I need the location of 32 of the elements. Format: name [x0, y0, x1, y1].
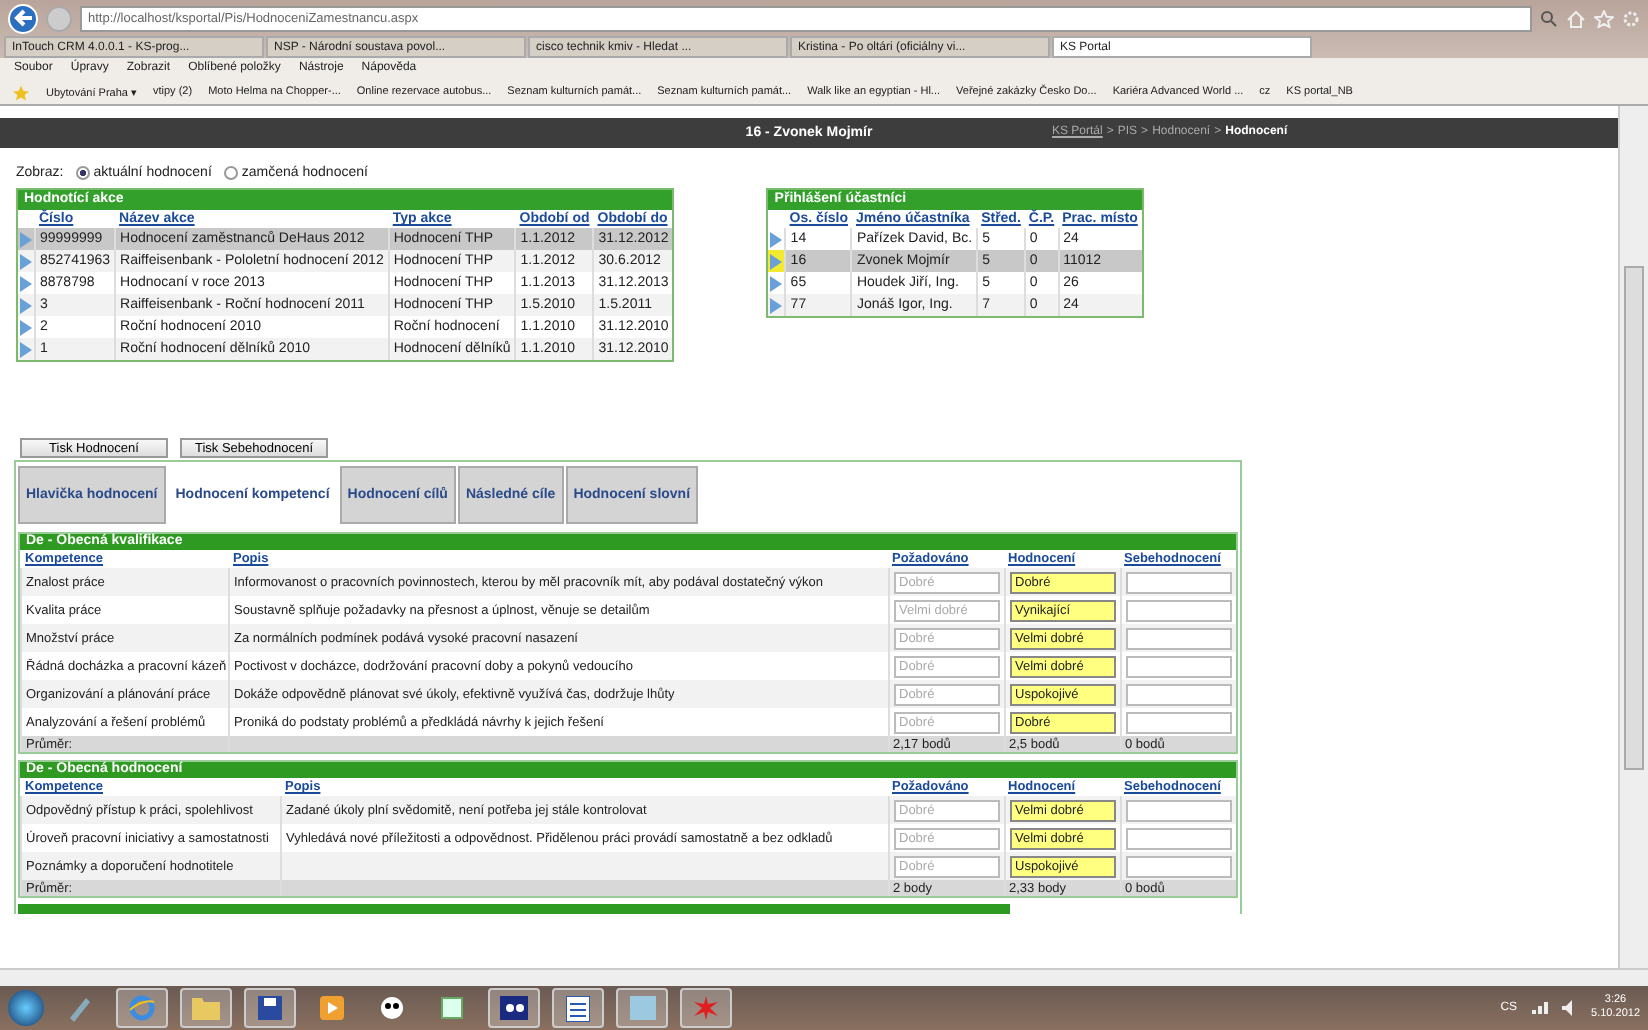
- splat-icon[interactable]: [680, 988, 732, 1028]
- scrollbar-thumb[interactable]: [1624, 266, 1644, 770]
- radio-button[interactable]: [223, 166, 238, 180]
- row-arrow-icon[interactable]: [770, 253, 783, 269]
- network-icon[interactable]: [1529, 1000, 1550, 1016]
- app-icon[interactable]: [488, 988, 540, 1028]
- self-rating-field[interactable]: [1125, 855, 1232, 877]
- browser-icon[interactable]: [116, 988, 168, 1028]
- folder-icon[interactable]: [180, 988, 232, 1028]
- row-arrow-icon[interactable]: [770, 231, 783, 247]
- search-icon[interactable]: [1540, 9, 1558, 27]
- self-rating-field[interactable]: [1125, 799, 1232, 821]
- self-rating-field[interactable]: [1125, 599, 1232, 621]
- start-button[interactable]: [8, 990, 44, 1026]
- back-button[interactable]: [8, 3, 38, 33]
- self-rating-field[interactable]: [1125, 571, 1232, 593]
- horizontal-scrollbar[interactable]: [0, 968, 1648, 986]
- radio-button[interactable]: [75, 166, 90, 180]
- favorites-star-icon[interactable]: [12, 83, 30, 101]
- gear-icon[interactable]: [1622, 9, 1640, 27]
- star-icon[interactable]: [1594, 9, 1614, 27]
- self-rating-field[interactable]: [1125, 683, 1232, 705]
- row-arrow-icon[interactable]: [770, 297, 783, 313]
- self-rating-field[interactable]: [1125, 711, 1232, 733]
- self-rating-field[interactable]: [1125, 627, 1232, 649]
- self-rating-field[interactable]: [1125, 827, 1232, 849]
- document-icon[interactable]: [552, 988, 604, 1028]
- vertical-scrollbar[interactable]: [1618, 106, 1648, 968]
- row-arrow-icon[interactable]: [770, 275, 783, 291]
- home-icon[interactable]: [1566, 9, 1586, 27]
- forward-button[interactable]: [46, 5, 72, 31]
- self-rating-field[interactable]: [1125, 655, 1232, 677]
